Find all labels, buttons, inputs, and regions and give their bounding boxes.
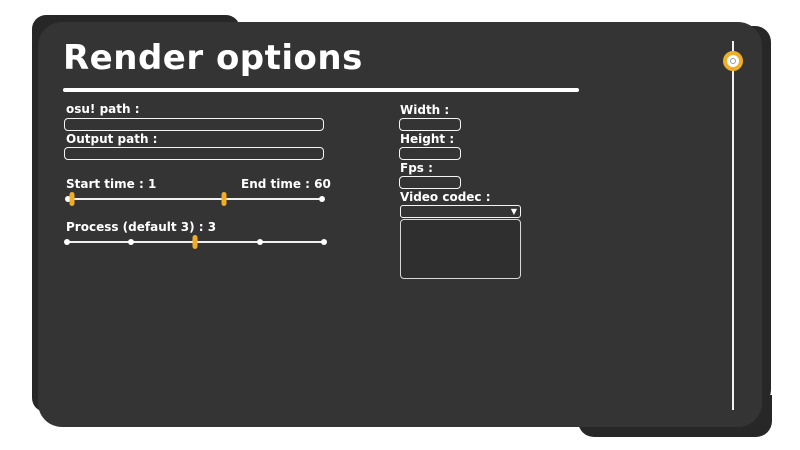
width-label: Width : xyxy=(400,103,450,117)
video-codec-label: Video codec : xyxy=(400,190,491,204)
page-title: Render options xyxy=(63,38,363,78)
osu-path-label: osu! path : xyxy=(66,102,140,116)
start-time-handle[interactable] xyxy=(69,192,75,206)
triangle-down-icon[interactable]: ▼ xyxy=(511,207,517,216)
process-tick-4 xyxy=(257,239,263,245)
time-range-end-dot xyxy=(319,196,325,202)
fps-input[interactable] xyxy=(399,176,461,189)
video-codec-options-list[interactable] xyxy=(400,219,521,279)
start-time-label: Start time : 1 xyxy=(66,177,157,191)
title-divider xyxy=(63,88,579,92)
process-tick-2 xyxy=(128,239,134,245)
scrollbar-thumb[interactable] xyxy=(723,51,743,71)
process-tick-5 xyxy=(321,239,327,245)
end-time-label: End time : 60 xyxy=(241,177,331,191)
output-path-label: Output path : xyxy=(66,132,158,146)
scrollbar-track[interactable] xyxy=(732,60,734,410)
fps-label: Fps : xyxy=(400,161,433,175)
process-label: Process (default 3) : 3 xyxy=(66,220,217,234)
time-range-track[interactable] xyxy=(68,198,322,200)
end-time-handle[interactable] xyxy=(221,192,227,206)
output-path-input[interactable] xyxy=(64,147,324,160)
process-tick-1 xyxy=(64,239,70,245)
osu-path-input[interactable] xyxy=(64,118,324,131)
video-codec-select[interactable]: ▼ xyxy=(400,205,521,218)
width-input[interactable] xyxy=(399,118,461,131)
process-handle[interactable] xyxy=(192,235,198,249)
height-label: Height : xyxy=(400,132,455,146)
height-input[interactable] xyxy=(399,147,461,160)
